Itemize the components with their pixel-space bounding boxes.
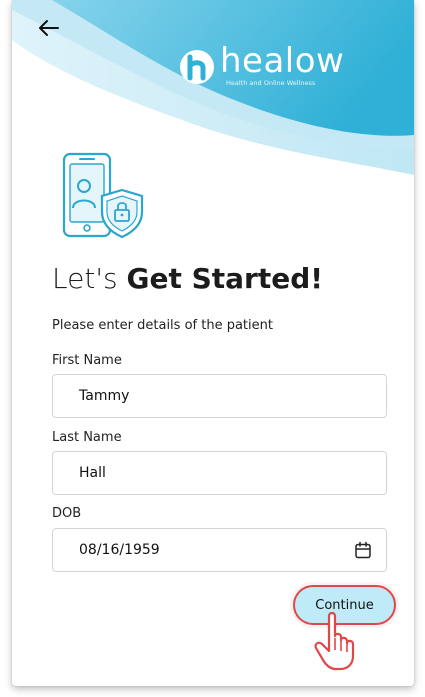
calendar-icon[interactable] <box>354 541 372 559</box>
page-title-light: Let's <box>52 262 127 295</box>
phone-security-shield-icon <box>62 152 144 239</box>
last-name-value: Hall <box>79 465 106 481</box>
arrow-left-icon[interactable] <box>38 18 60 38</box>
last-name-label: Last Name <box>52 430 122 445</box>
pointer-hand-icon <box>314 611 355 671</box>
last-name-field[interactable]: Hall <box>52 451 387 495</box>
first-name-value: Tammy <box>79 388 130 404</box>
dob-value: 08/16/1959 <box>79 542 160 558</box>
dob-label: DOB <box>52 506 82 521</box>
first-name-field[interactable]: Tammy <box>52 374 387 418</box>
page-title-bold: Get Started! <box>126 262 324 295</box>
healow-logo: healow Health and Online Wellness <box>180 44 344 87</box>
app-screen: healow Health and Online Wellness Let's … <box>12 0 414 686</box>
page-title: Let's Get Started! <box>52 262 323 295</box>
healow-logo-icon <box>180 50 214 84</box>
logo-wordmark: healow <box>220 41 345 81</box>
dob-field[interactable]: 08/16/1959 <box>52 528 387 572</box>
page-subtitle: Please enter details of the patient <box>52 318 273 333</box>
first-name-label: First Name <box>52 353 122 368</box>
